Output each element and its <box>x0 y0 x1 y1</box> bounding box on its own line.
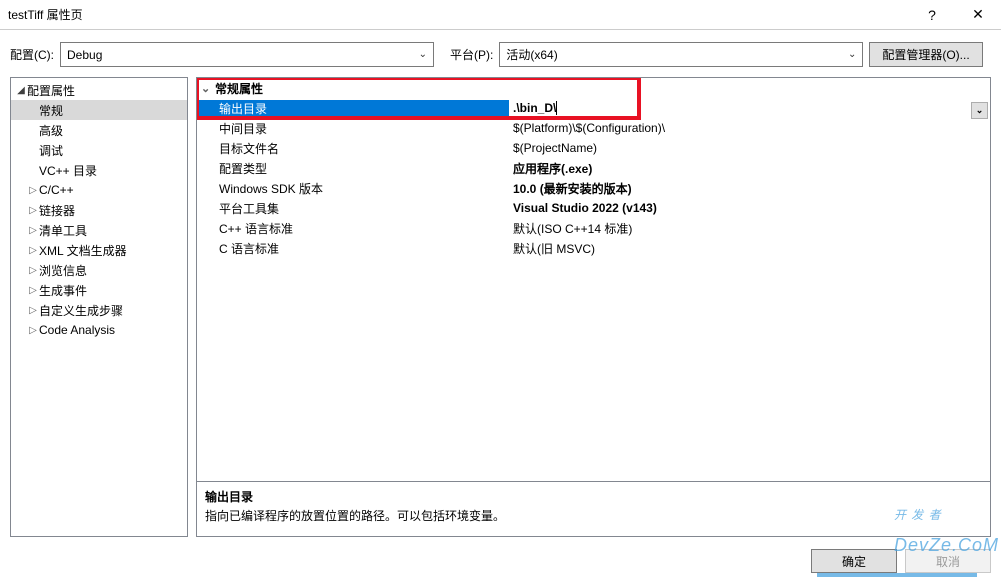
tree-item-custom-build[interactable]: ▷ 自定义生成步骤 <box>11 300 187 320</box>
caret-down-icon: ◢ <box>15 85 27 96</box>
caret-right-icon: ▷ <box>27 285 39 296</box>
tree-label: 浏览信息 <box>39 262 87 279</box>
caret-right-icon: ▷ <box>27 185 39 196</box>
desc-title: 输出目录 <box>205 488 982 505</box>
help-button[interactable]: ? <box>909 0 955 30</box>
prop-name: 目标文件名 <box>197 140 509 157</box>
dropdown-icon[interactable]: ⌄ <box>971 102 988 119</box>
titlebar: testTiff 属性页 ? ✕ <box>0 0 1001 30</box>
prop-value[interactable]: $(Platform)\$(Configuration)\ <box>509 121 990 135</box>
config-row: 配置(C): Debug ⌄ 平台(P): 活动(x64) ⌄ 配置管理器(O)… <box>0 30 1001 77</box>
tree-item-linker[interactable]: ▷ 链接器 <box>11 200 187 220</box>
config-label: 配置(C): <box>10 46 54 63</box>
main-area: ◢ 配置属性 常规 高级 调试 VC++ 目录 ▷ C/C++ ▷ 链接器 ▷ <box>0 77 1001 547</box>
config-combo[interactable]: Debug ⌄ <box>60 42 434 67</box>
prop-name: C 语言标准 <box>197 240 509 257</box>
property-grid[interactable]: ⌄ 常规属性 输出目录 .\bin_D\⌄ 中间目录 $(Platform)\$… <box>197 78 990 481</box>
tree-item-manifest[interactable]: ▷ 清单工具 <box>11 220 187 240</box>
window-title: testTiff 属性页 <box>8 6 909 23</box>
watermark-underline <box>817 573 977 577</box>
tree-item-xml-doc[interactable]: ▷ XML 文档生成器 <box>11 240 187 260</box>
prop-row-sdk-version[interactable]: Windows SDK 版本 10.0 (最新安装的版本) <box>197 178 990 198</box>
prop-value[interactable]: 应用程序(.exe) <box>509 160 990 177</box>
prop-value[interactable]: Visual Studio 2022 (v143) <box>509 201 990 215</box>
tree-item-config-properties[interactable]: ◢ 配置属性 <box>11 80 187 100</box>
tree-label: XML 文档生成器 <box>39 242 127 259</box>
caret-right-icon: ▷ <box>27 205 39 216</box>
tree-label: 调试 <box>39 142 63 159</box>
prop-name: C++ 语言标准 <box>197 220 509 237</box>
property-panel: ⌄ 常规属性 输出目录 .\bin_D\⌄ 中间目录 $(Platform)\$… <box>196 77 991 537</box>
tree-item-ccpp[interactable]: ▷ C/C++ <box>11 180 187 200</box>
group-title: 常规属性 <box>215 80 263 97</box>
tree[interactable]: ◢ 配置属性 常规 高级 调试 VC++ 目录 ▷ C/C++ ▷ 链接器 ▷ <box>10 77 188 537</box>
prop-value[interactable]: 10.0 (最新安装的版本) <box>509 180 990 197</box>
prop-name: 输出目录 <box>197 100 509 117</box>
config-manager-button[interactable]: 配置管理器(O)... <box>869 42 982 67</box>
prop-value[interactable]: $(ProjectName) <box>509 141 990 155</box>
group-header[interactable]: ⌄ 常规属性 <box>197 78 990 98</box>
prop-row-cpp-standard[interactable]: C++ 语言标准 默认(ISO C++14 标准) <box>197 218 990 238</box>
tree-item-advanced[interactable]: 高级 <box>11 120 187 140</box>
tree-label: 高级 <box>39 122 63 139</box>
tree-label: 配置属性 <box>27 82 75 99</box>
tree-label: Code Analysis <box>39 323 115 337</box>
platform-value: 活动(x64) <box>506 46 557 63</box>
prop-name: 中间目录 <box>197 120 509 137</box>
tree-label: 链接器 <box>39 202 75 219</box>
dialog-buttons: 确定 取消 <box>811 549 991 573</box>
prop-value[interactable]: .\bin_D\⌄ <box>509 101 990 115</box>
tree-item-debug[interactable]: 调试 <box>11 140 187 160</box>
chevron-down-icon: ⌄ <box>848 49 856 60</box>
description-panel: 输出目录 指向已编译程序的放置位置的路径。可以包括环境变量。 <box>197 481 990 536</box>
prop-row-platform-toolset[interactable]: 平台工具集 Visual Studio 2022 (v143) <box>197 198 990 218</box>
platform-combo[interactable]: 活动(x64) ⌄ <box>499 42 863 67</box>
chevron-down-icon: ⌄ <box>201 82 215 95</box>
prop-value[interactable]: 默认(旧 MSVC) <box>509 240 990 257</box>
tree-label: C/C++ <box>39 183 74 197</box>
close-button[interactable]: ✕ <box>955 0 1001 30</box>
tree-label: 常规 <box>39 102 63 119</box>
ok-button[interactable]: 确定 <box>811 549 897 573</box>
caret-right-icon: ▷ <box>27 325 39 336</box>
tree-item-general[interactable]: 常规 <box>11 100 187 120</box>
caret-right-icon: ▷ <box>27 245 39 256</box>
cancel-button[interactable]: 取消 <box>905 549 991 573</box>
prop-row-config-type[interactable]: 配置类型 应用程序(.exe) <box>197 158 990 178</box>
tree-label: VC++ 目录 <box>39 162 97 179</box>
caret-right-icon: ▷ <box>27 265 39 276</box>
tree-item-vcpp-dirs[interactable]: VC++ 目录 <box>11 160 187 180</box>
prop-row-target-name[interactable]: 目标文件名 $(ProjectName) <box>197 138 990 158</box>
chevron-down-icon: ⌄ <box>419 49 427 60</box>
tree-label: 生成事件 <box>39 282 87 299</box>
tree-item-browse-info[interactable]: ▷ 浏览信息 <box>11 260 187 280</box>
prop-row-c-standard[interactable]: C 语言标准 默认(旧 MSVC) <box>197 238 990 258</box>
desc-text: 指向已编译程序的放置位置的路径。可以包括环境变量。 <box>205 507 982 524</box>
tree-label: 自定义生成步骤 <box>39 302 123 319</box>
tree-label: 清单工具 <box>39 222 87 239</box>
prop-row-intermediate-dir[interactable]: 中间目录 $(Platform)\$(Configuration)\ <box>197 118 990 138</box>
platform-label: 平台(P): <box>450 46 493 63</box>
caret-right-icon: ▷ <box>27 305 39 316</box>
caret-right-icon: ▷ <box>27 225 39 236</box>
prop-value[interactable]: 默认(ISO C++14 标准) <box>509 220 990 237</box>
prop-name: 配置类型 <box>197 160 509 177</box>
tree-item-code-analysis[interactable]: ▷ Code Analysis <box>11 320 187 340</box>
config-value: Debug <box>67 48 102 62</box>
prop-name: 平台工具集 <box>197 200 509 217</box>
prop-row-output-dir[interactable]: 输出目录 .\bin_D\⌄ <box>197 98 990 118</box>
prop-name: Windows SDK 版本 <box>197 180 509 197</box>
tree-item-build-events[interactable]: ▷ 生成事件 <box>11 280 187 300</box>
